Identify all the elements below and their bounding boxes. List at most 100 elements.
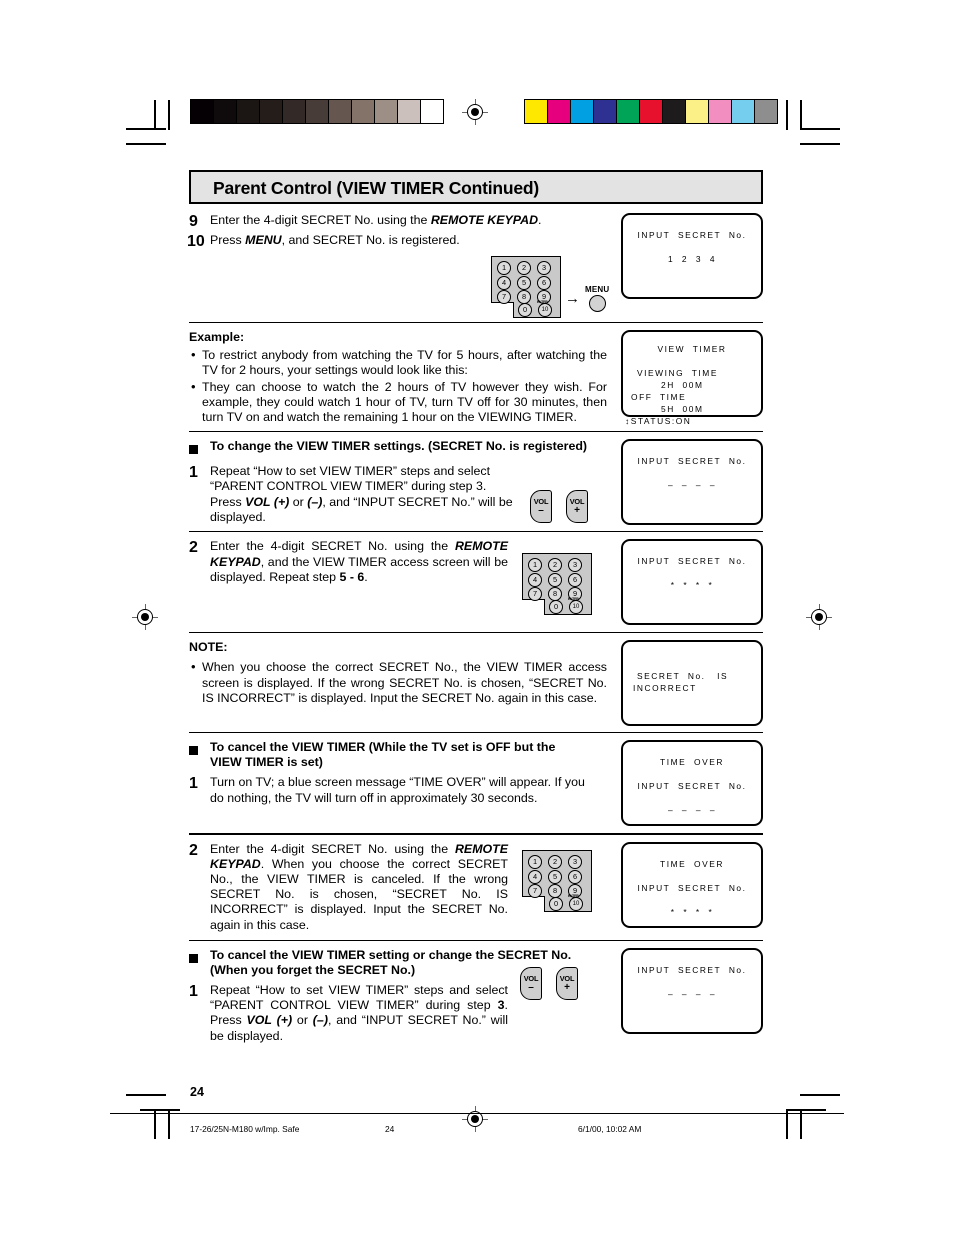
- keypad-key-2[interactable]: 2: [548, 854, 562, 869]
- square-bullet-icon: [189, 746, 198, 756]
- keypad-key-1[interactable]: 1: [497, 261, 511, 275]
- osd-line: INPUT SECRET No.: [637, 456, 747, 467]
- divider: [189, 431, 763, 433]
- section-cancel-forgot: To cancel the VIEW TIMER setting or chan…: [189, 947, 763, 1044]
- step-text-post: .: [538, 213, 542, 227]
- step-text-p1: Enter the 4-digit SECRET No. using the: [210, 841, 455, 856]
- osd-line: * * * *: [670, 580, 714, 591]
- crop-mark-top-left-v1: [154, 100, 156, 130]
- keypad-enter-label: ENTER: [568, 597, 579, 602]
- footer-doc-id: 17-26/25N-M180 w/Imp. Safe: [190, 1124, 300, 1134]
- volume-buttons-icon: VOL – VOL +: [520, 966, 578, 1000]
- step-text: Repeat “How to set VIEW TIMER” steps and…: [210, 983, 508, 1044]
- keypad-key-4[interactable]: 4: [497, 276, 511, 290]
- keypad-key-6[interactable]: 6: [537, 276, 551, 290]
- keypad-key-5[interactable]: 5: [517, 276, 531, 290]
- tv-osd-secret-incorrect: SECRET No. IS INCORRECT: [621, 640, 763, 727]
- square-bullet-icon: [189, 953, 198, 963]
- divider: [189, 833, 763, 835]
- tv-osd-input-secret-1234: INPUT SECRET No. 1 2 3 4: [621, 213, 763, 299]
- keypad-enter-label: ENTER: [537, 300, 548, 304]
- calibration-swatch: [259, 99, 283, 124]
- step-1: 1 Turn on TV; a blue screen message “TIM…: [189, 775, 609, 805]
- osd-line-title: VIEW TIMER: [657, 344, 727, 355]
- step-number: 9: [189, 213, 198, 230]
- osd-line-spacer: [623, 792, 761, 804]
- osd-line-status: ↕STATUS:ON: [625, 416, 692, 427]
- keypad-key-10[interactable]: 10: [538, 303, 552, 317]
- volume-button-sign: +: [574, 505, 580, 517]
- osd-line: 1 2 3 4: [667, 254, 717, 264]
- osd-line: TIME OVER: [660, 858, 724, 869]
- crop-mark-top-right-h2: [800, 143, 840, 145]
- volume-up-button[interactable]: VOL +: [556, 966, 578, 1000]
- step-text-p3: or: [292, 1013, 313, 1028]
- volume-up-button[interactable]: VOL +: [566, 490, 588, 524]
- keypad-key-10[interactable]: 10: [569, 896, 583, 911]
- keypad-key-2[interactable]: 2: [517, 261, 531, 275]
- footer-divider: [110, 1113, 844, 1114]
- keypad-key-8[interactable]: 8: [548, 883, 562, 898]
- step-2: 2 Enter the 4-digit SECRET No. using the…: [189, 842, 611, 933]
- osd-line: INPUT SECRET No.: [637, 781, 747, 792]
- calibration-swatch: [754, 99, 778, 124]
- color-calibration-bar: [524, 99, 778, 124]
- content-column: Parent Control (VIEW TIMER Continued) 9 …: [187, 170, 763, 1044]
- step-1: 1 Repeat “How to set VIEW TIMER” steps a…: [189, 966, 611, 1044]
- step-text: Enter the 4-digit SECRET No. using the R…: [210, 842, 508, 933]
- cancel-off-heading-row: To cancel the VIEW TIMER (While the TV s…: [189, 740, 609, 770]
- calibration-swatch: [547, 99, 571, 124]
- keypad-key-7[interactable]: 7: [497, 290, 511, 304]
- volume-down-button[interactable]: VOL –: [520, 966, 542, 1000]
- osd-line-viewing-time: VIEWING TIME: [637, 368, 718, 379]
- osd-line-spacer: [623, 768, 761, 780]
- manual-page: Parent Control (VIEW TIMER Continued) 9 …: [0, 0, 954, 1235]
- crop-mark-top-left-h2: [126, 143, 166, 145]
- keypad-key-7[interactable]: 7: [528, 883, 542, 898]
- crop-mark-bottom-right-h2: [786, 1109, 826, 1111]
- keypad-key-3[interactable]: 3: [537, 261, 551, 275]
- keypad-key-0[interactable]: 0: [549, 896, 563, 911]
- registration-mark-top: [462, 99, 488, 125]
- step-number: 1: [189, 982, 198, 1000]
- calibration-swatch: [213, 99, 237, 124]
- step-text-b1: 3: [497, 998, 505, 1013]
- osd-line: INPUT SECRET No.: [637, 556, 747, 567]
- keypad-key-0[interactable]: 0: [518, 303, 532, 317]
- step-text-b2: (–): [307, 494, 323, 509]
- step-text-b1: VOL (+): [245, 494, 290, 509]
- step-text: Repeat “How to set VIEW TIMER” steps and…: [210, 464, 520, 525]
- example-bullet-list: To restrict anybody from watching the TV…: [189, 347, 607, 425]
- example-heading: Example:: [189, 330, 245, 345]
- keypad-key-5[interactable]: 5: [548, 869, 562, 884]
- remote-keypad-icon: 1 2 3 4 5 6 7 8 9 0 10 ENTER: [522, 849, 592, 912]
- step-10: 10 Press MENU, and SECRET No. is registe…: [187, 233, 613, 250]
- volume-buttons-icon: VOL – VOL +: [530, 490, 588, 524]
- change-settings-heading: To change the VIEW TIMER settings. (SECR…: [210, 439, 588, 454]
- menu-button-icon: MENU: [585, 285, 609, 312]
- calibration-swatch: [305, 99, 329, 124]
- keypad-key-6[interactable]: 6: [568, 869, 582, 884]
- step-9: 9 Enter the 4-digit SECRET No. using the…: [189, 213, 613, 230]
- osd-line-spacer: [623, 976, 761, 988]
- calibration-swatch: [374, 99, 398, 124]
- keypad-key-3[interactable]: 3: [568, 854, 582, 869]
- grayscale-calibration-bar: [190, 99, 444, 124]
- calibration-swatch: [731, 99, 755, 124]
- crop-mark-top-left-h1: [126, 128, 166, 130]
- change-settings-heading-row: To change the VIEW TIMER settings. (SECR…: [189, 439, 611, 460]
- keypad-key-4[interactable]: 4: [528, 869, 542, 884]
- osd-line: INPUT SECRET No.: [637, 964, 747, 975]
- keypad-key-8[interactable]: 8: [517, 290, 531, 304]
- tv-osd-input-secret-blank-1: INPUT SECRET No. – – – –: [621, 439, 763, 526]
- keypad-key-1[interactable]: 1: [528, 854, 542, 869]
- section-steps-9-10: 9 Enter the 4-digit SECRET No. using the…: [187, 213, 763, 318]
- step-number: 10: [187, 233, 205, 250]
- osd-line: – – – –: [667, 480, 717, 491]
- step-text: Enter the 4-digit SECRET No. using the R…: [210, 539, 508, 585]
- section-cancel-off: To cancel the VIEW TIMER (While the TV s…: [189, 740, 763, 827]
- tv-osd-view-timer-summary: VIEW TIMER VIEWING TIME 2H 00M OFF TIME …: [621, 330, 763, 426]
- crop-mark-bottom-right-h1: [800, 1094, 840, 1096]
- volume-down-button[interactable]: VOL –: [530, 490, 552, 524]
- page-title: Parent Control (VIEW TIMER Continued): [189, 170, 763, 204]
